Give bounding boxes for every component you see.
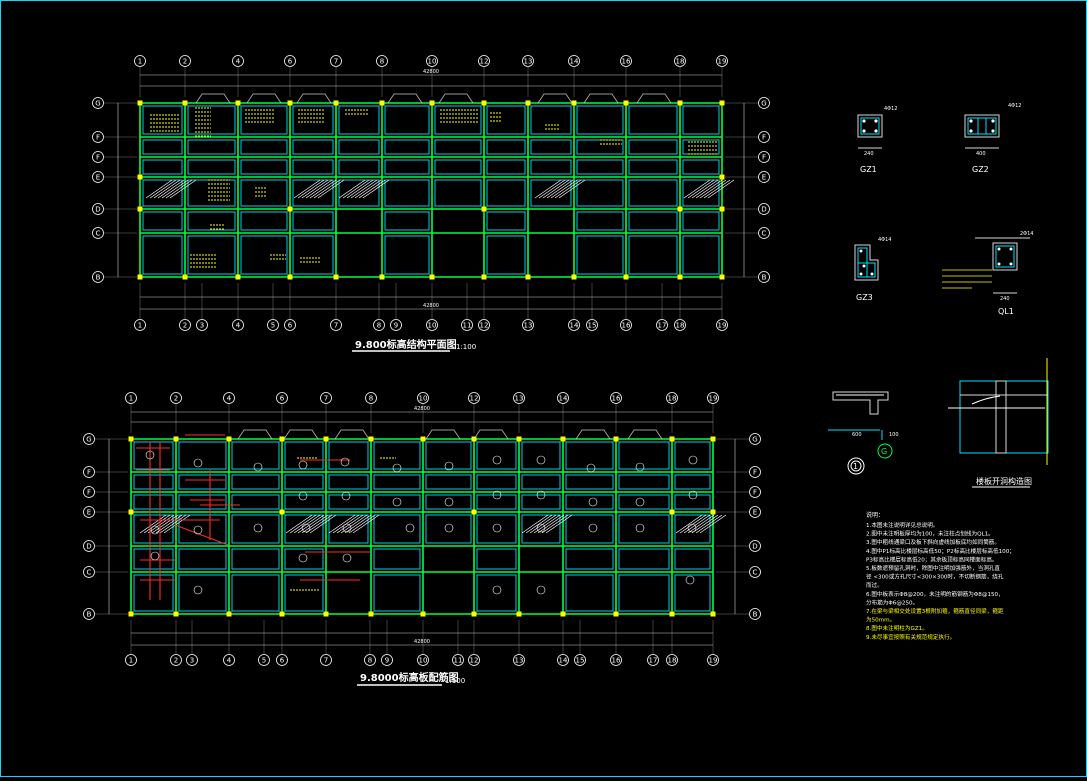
cad-drawing-canvas: 1 2 4 6 7 8 10 12 13 14 16 18 19 1 2 3 4 5 6 7 8 9 10 11 12 13 14 1…	[0, 0, 1087, 777]
viewport-frame	[0, 0, 1087, 777]
